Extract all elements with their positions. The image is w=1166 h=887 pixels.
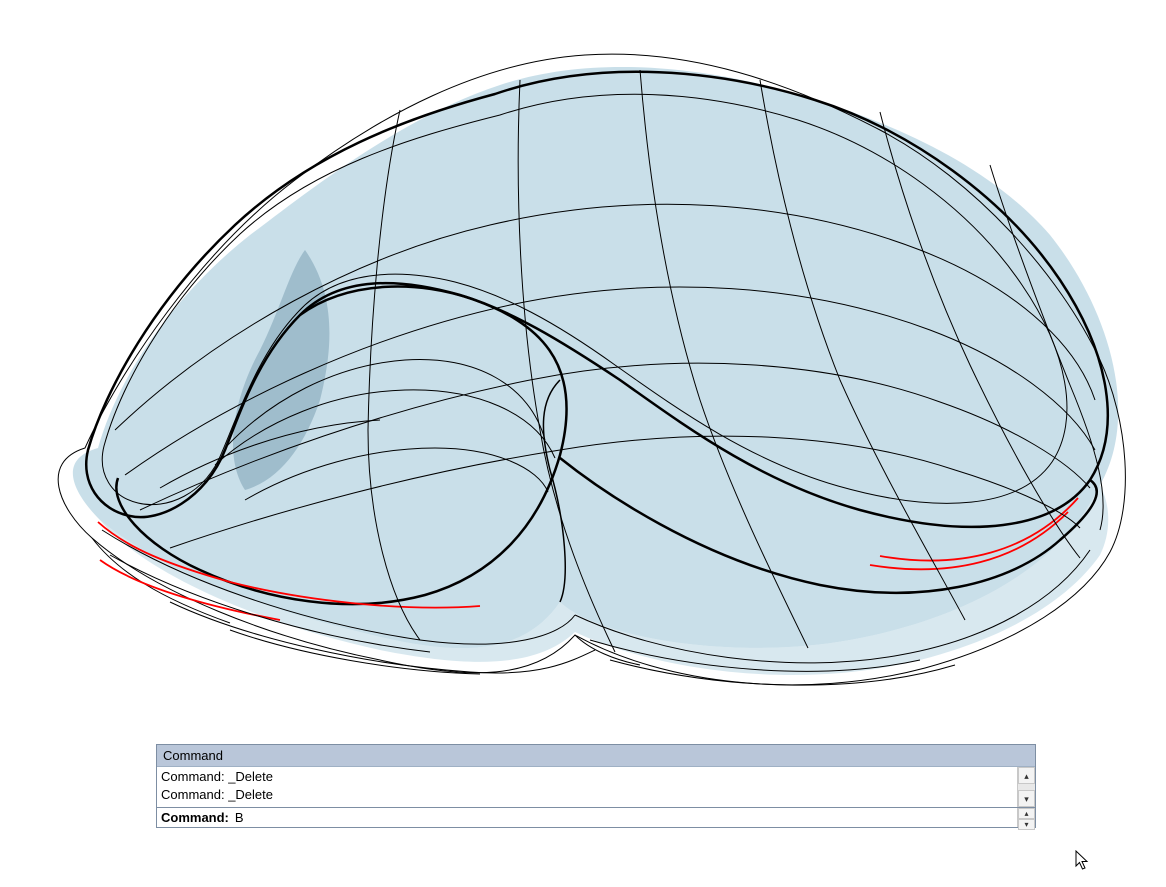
mouse-cursor-icon (1075, 850, 1091, 872)
stepper-down-icon[interactable]: ▾ (1018, 819, 1035, 830)
viewport-3d[interactable] (0, 0, 1166, 750)
command-header: Command (157, 745, 1035, 767)
history-scrollbar[interactable]: ▴ ▾ (1017, 767, 1035, 807)
nurbs-model (73, 67, 1118, 675)
scroll-up-icon[interactable]: ▴ (1018, 767, 1035, 784)
scroll-down-icon[interactable]: ▾ (1018, 790, 1035, 807)
history-line: Command: _Delete (161, 768, 1031, 786)
stepper-up-icon[interactable]: ▴ (1018, 808, 1035, 819)
command-stepper[interactable]: ▴ ▾ (1017, 808, 1035, 827)
command-prompt: Command: (161, 810, 229, 825)
command-panel: Command Command: _Delete Command: _Delet… (156, 744, 1036, 828)
command-input[interactable] (233, 809, 1035, 827)
command-line[interactable]: Command: ▴ ▾ (157, 808, 1035, 827)
history-line: Command: _Delete (161, 786, 1031, 804)
command-history[interactable]: Command: _Delete Command: _Delete ▴ ▾ (157, 767, 1035, 808)
